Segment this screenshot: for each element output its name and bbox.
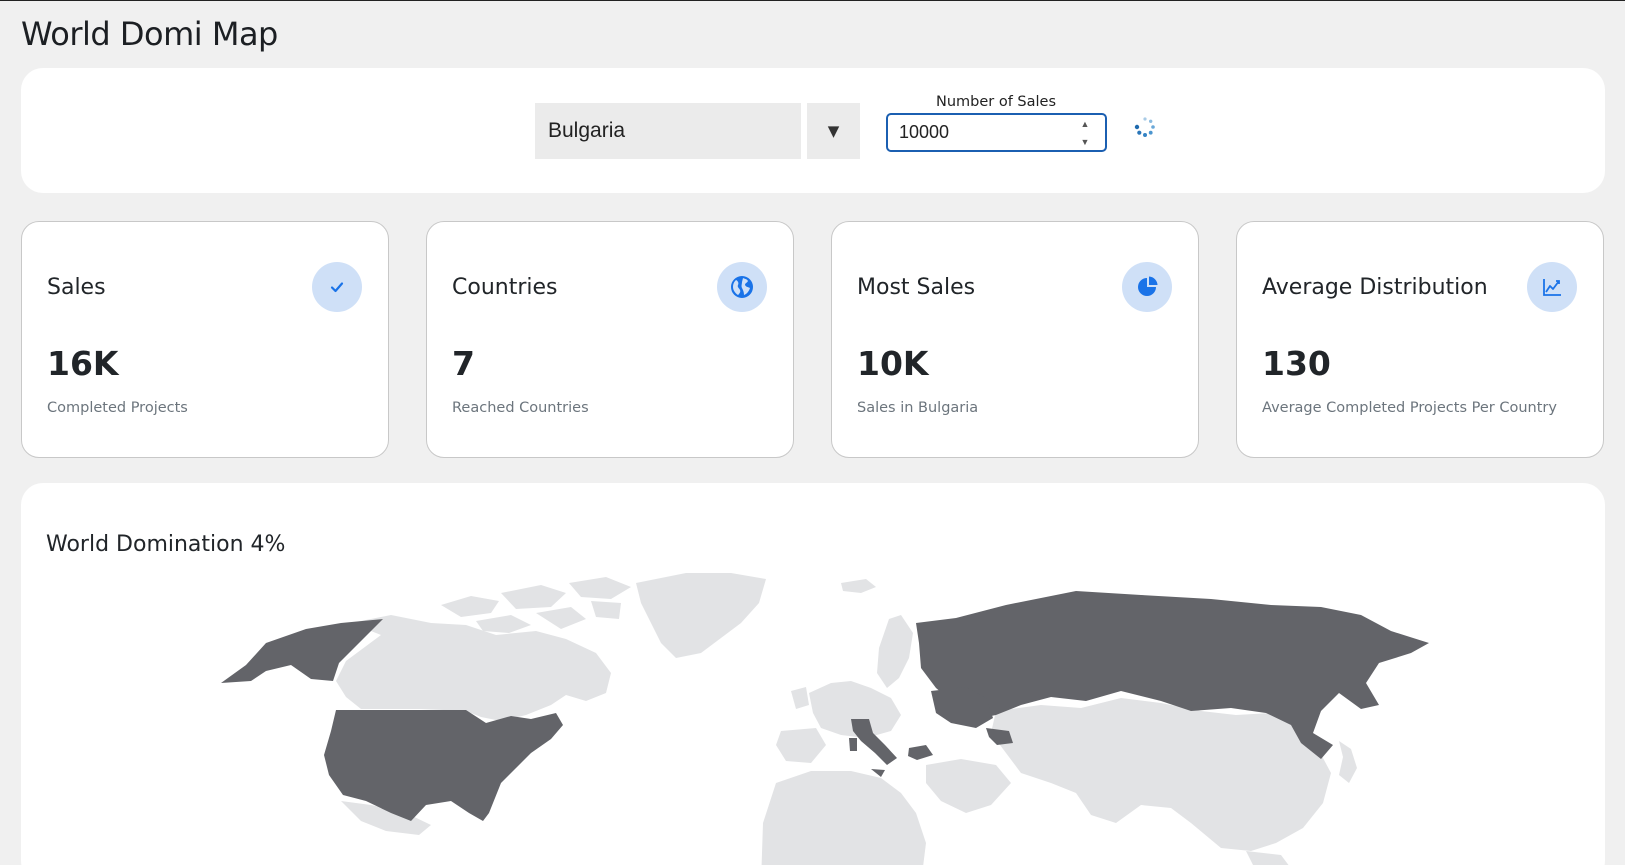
card-value: 130 bbox=[1262, 344, 1331, 383]
countries-card: Countries 7 Reached Countries bbox=[426, 221, 794, 458]
average-distribution-card: Average Distribution 130 Average Complet… bbox=[1236, 221, 1604, 458]
globe-icon bbox=[717, 262, 767, 312]
sales-input-value: 10000 bbox=[899, 122, 950, 142]
card-title: Countries bbox=[452, 275, 558, 300]
sales-card: Sales 16K Completed Projects bbox=[21, 221, 389, 458]
card-value: 7 bbox=[452, 344, 475, 383]
decrement-icon[interactable]: ▼ bbox=[1081, 136, 1090, 148]
pie-chart-icon bbox=[1122, 262, 1172, 312]
most-sales-card: Most Sales 10K Sales in Bulgaria bbox=[831, 221, 1199, 458]
card-value: 16K bbox=[47, 344, 119, 383]
line-chart-icon bbox=[1527, 262, 1577, 312]
map-title: World Domination 4% bbox=[46, 532, 286, 557]
number-stepper[interactable]: ▲ ▼ bbox=[1079, 118, 1091, 148]
check-icon bbox=[312, 262, 362, 312]
increment-icon[interactable]: ▲ bbox=[1081, 118, 1090, 130]
card-title: Most Sales bbox=[857, 275, 976, 300]
card-title: Average Distribution bbox=[1262, 275, 1488, 300]
dropdown-button[interactable]: ▼ bbox=[807, 103, 860, 159]
card-subtitle: Sales in Bulgaria bbox=[857, 400, 979, 416]
card-subtitle: Reached Countries bbox=[452, 400, 589, 416]
page-title: World Domi Map bbox=[21, 15, 278, 53]
loading-spinner-icon bbox=[1134, 117, 1155, 137]
card-title: Sales bbox=[47, 275, 106, 300]
card-subtitle: Average Completed Projects Per Country bbox=[1262, 400, 1557, 416]
controls-panel: Bulgaria ▼ Number of Sales 10000 ▲ ▼ bbox=[21, 68, 1605, 193]
card-subtitle: Completed Projects bbox=[47, 400, 188, 416]
chevron-down-icon: ▼ bbox=[827, 122, 840, 140]
country-select[interactable]: Bulgaria bbox=[535, 103, 801, 159]
world-map-panel: World Domination 4% bbox=[21, 483, 1605, 865]
card-value: 10K bbox=[857, 344, 929, 383]
sales-input-label: Number of Sales bbox=[935, 94, 1057, 110]
sales-number-input[interactable]: 10000 ▲ ▼ bbox=[886, 113, 1107, 152]
